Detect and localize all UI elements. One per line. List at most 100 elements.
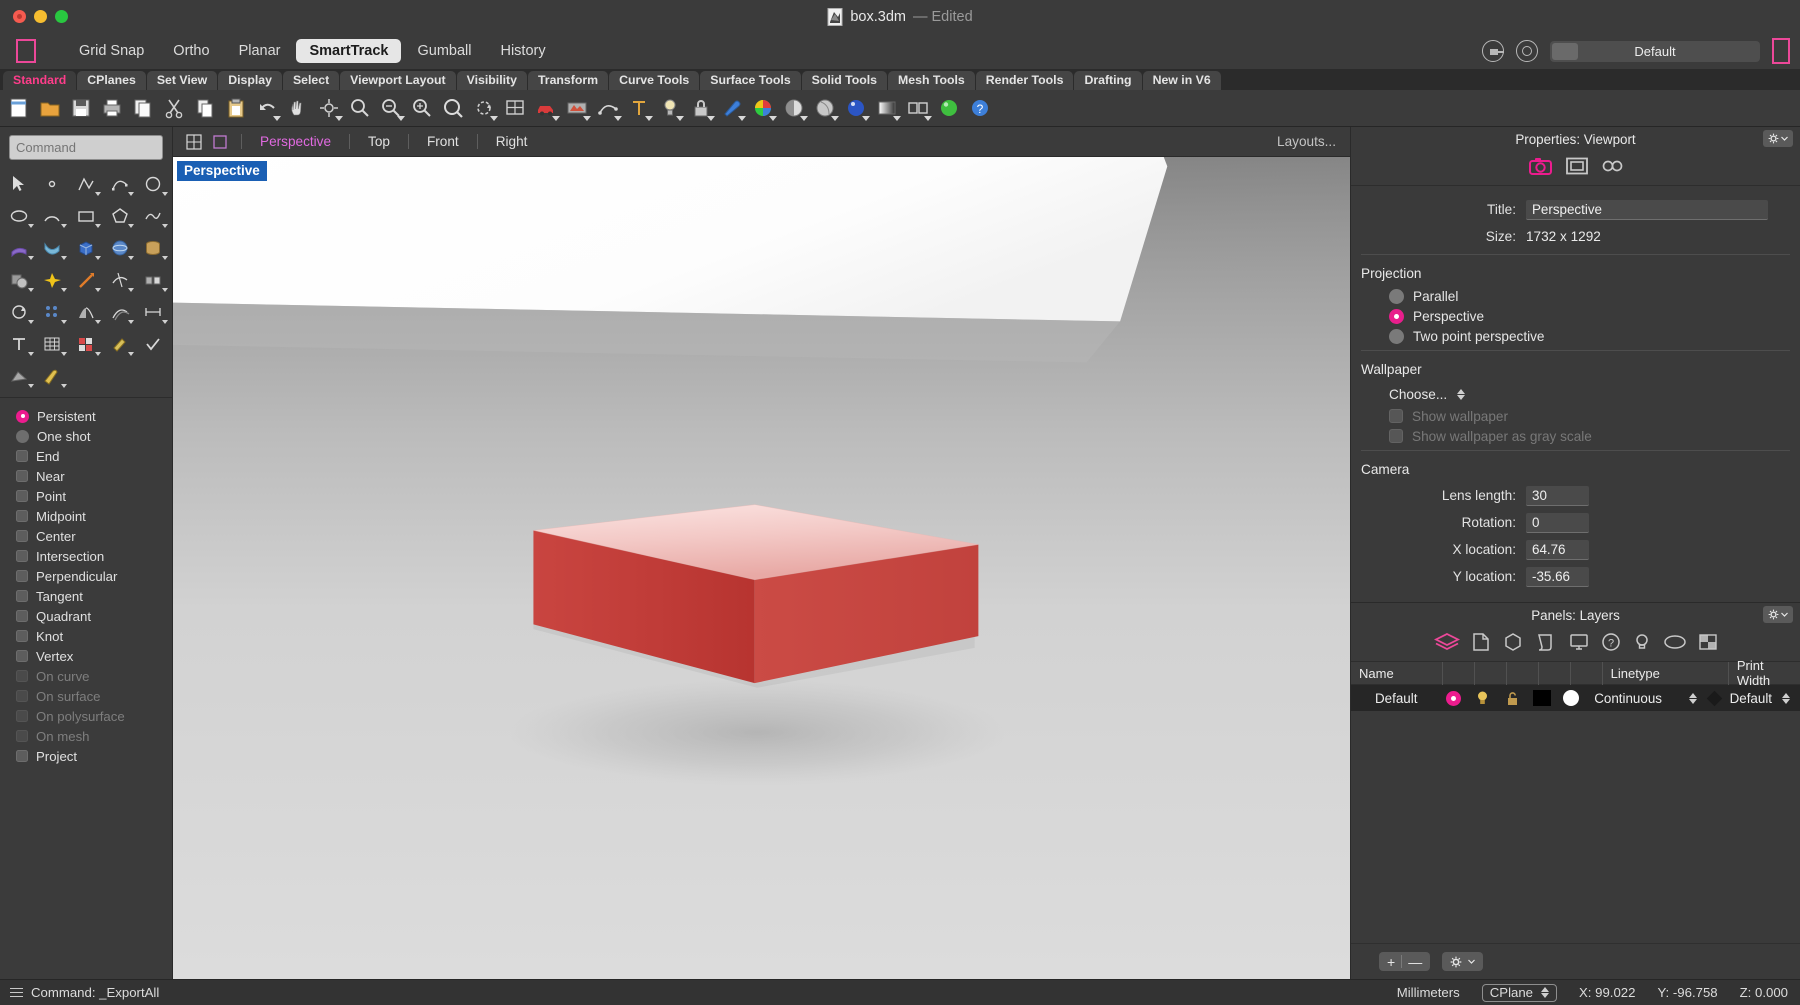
projection-two-point-radio[interactable] [1389,328,1404,344]
layouts-button[interactable]: Layouts... [1277,134,1336,149]
cplane-stepper-icon[interactable] [1541,987,1550,998]
layer-linetype-cell[interactable]: Continuous [1586,685,1704,711]
render-paint-icon[interactable] [36,360,70,391]
osnap-on-polysurface[interactable]: On polysurface [0,706,172,726]
text-tool-icon[interactable] [624,93,654,123]
document-properties-icon[interactable] [1471,632,1491,657]
projection-perspective[interactable]: Perspective [1351,306,1800,326]
osnap-quadrant-checkbox[interactable] [16,610,28,622]
record-icon[interactable] [1516,40,1538,62]
curve-tool-icon[interactable] [593,93,623,123]
mode-planar[interactable]: Planar [226,39,294,63]
checker-icon[interactable] [69,328,103,359]
viewport-canvas[interactable]: Perspective [173,157,1350,979]
viewport-tab-top[interactable]: Top [358,134,400,149]
zoom-extents-icon[interactable] [314,93,344,123]
layer-lock-icon[interactable] [1498,685,1528,711]
light-panel-icon[interactable] [1632,632,1652,657]
layer-color-dot[interactable] [1439,685,1469,711]
wallpaper-stepper-icon[interactable] [1457,388,1466,400]
blue-sphere-icon[interactable] [841,93,871,123]
cplane-selector[interactable]: CPlane [1481,983,1558,1002]
projection-parallel[interactable]: Parallel [1351,286,1800,306]
layer-print-color-swatch[interactable] [1557,685,1587,711]
viewport-tab-perspective[interactable]: Perspective [250,134,341,149]
text-icon[interactable] [2,328,36,359]
material-panel-icon[interactable] [1663,632,1687,657]
export-icon[interactable] [1482,40,1504,62]
osnap-one-shot[interactable]: One shot [0,426,172,446]
osnap-point[interactable]: Point [0,486,172,506]
osnap-tangent[interactable]: Tangent [0,586,172,606]
viewport-title-input[interactable] [1526,199,1768,220]
layer-print-width-cell[interactable]: Default [1705,685,1800,711]
osnap-midpoint-checkbox[interactable] [16,510,28,522]
single-view-layout-icon[interactable] [207,131,233,153]
color-picker-icon[interactable] [717,93,747,123]
boolean-icon[interactable] [2,264,36,295]
remove-layer-button[interactable]: — [1408,954,1422,970]
sphere-solid-icon[interactable] [103,232,137,263]
box-solid-icon[interactable] [69,232,103,263]
pan-hand-icon[interactable] [283,93,313,123]
osnap-end[interactable]: End [0,446,172,466]
osnap-on-curve[interactable]: On curve [0,666,172,686]
print-icon[interactable] [97,93,127,123]
table-row[interactable]: Default Continuous Default [1351,685,1800,711]
osnap-intersection[interactable]: Intersection [0,546,172,566]
explode-icon[interactable] [36,264,70,295]
rotate-icon[interactable] [2,296,36,327]
rectangle-icon[interactable] [69,200,103,231]
select-arrow-icon[interactable] [2,168,36,199]
osnap-project[interactable]: Project [0,746,172,766]
osnap-point-checkbox[interactable] [16,490,28,502]
projection-perspective-radio[interactable] [1389,308,1404,324]
freeform-icon[interactable] [136,200,170,231]
zoom-window-icon[interactable] [345,93,375,123]
close-window-button[interactable] [13,10,26,23]
osnap-knot[interactable]: Knot [0,626,172,646]
circle-icon[interactable] [136,168,170,199]
fillet-icon[interactable] [69,264,103,295]
lock-icon[interactable] [686,93,716,123]
tab-standard[interactable]: Standard [3,70,77,90]
show-wallpaper-gray-row[interactable]: Show wallpaper as gray scale [1351,426,1800,446]
window-controls[interactable] [0,10,68,23]
array-icon[interactable] [36,296,70,327]
camera-properties-icon[interactable] [1528,156,1554,181]
preset-selector[interactable]: Default [1550,40,1760,62]
hatch-grid-icon[interactable] [36,328,70,359]
osnap-perpendicular-checkbox[interactable] [16,570,28,582]
osnap-persistent[interactable]: Persistent [0,406,172,426]
paint-icon[interactable] [103,328,137,359]
osnap-midpoint[interactable]: Midpoint [0,506,172,526]
viewport-tab-right[interactable]: Right [486,134,538,149]
save-file-icon[interactable] [66,93,96,123]
osnap-intersection-checkbox[interactable] [16,550,28,562]
ellipse-icon[interactable] [2,200,36,231]
y-location-input[interactable] [1526,566,1589,587]
tab-curve-tools[interactable]: Curve Tools [609,70,700,90]
zoom-selected-icon[interactable] [376,93,406,123]
tab-new-in-v6[interactable]: New in V6 [1142,70,1221,90]
tab-select[interactable]: Select [282,70,340,90]
command-input[interactable] [9,135,163,160]
offset-icon[interactable] [103,296,137,327]
split-icon[interactable] [136,264,170,295]
mode-history[interactable]: History [487,39,558,63]
tab-drafting[interactable]: Drafting [1074,70,1142,90]
new-file-icon[interactable] [4,93,34,123]
maximize-window-button[interactable] [55,10,68,23]
zoom-dynamic-icon[interactable] [438,93,468,123]
mode-ortho[interactable]: Ortho [160,39,222,63]
layout-split-icon[interactable] [903,93,933,123]
dimension-icon[interactable] [136,296,170,327]
properties-gear-button[interactable] [1763,130,1793,147]
render-preview-icon[interactable] [562,93,592,123]
copy-icon[interactable] [190,93,220,123]
four-view-layout-icon[interactable] [181,131,207,153]
trim-icon[interactable] [103,264,137,295]
grid-view-icon[interactable] [500,93,530,123]
osnap-on-curve-checkbox[interactable] [16,670,28,682]
undo-icon[interactable] [252,93,282,123]
